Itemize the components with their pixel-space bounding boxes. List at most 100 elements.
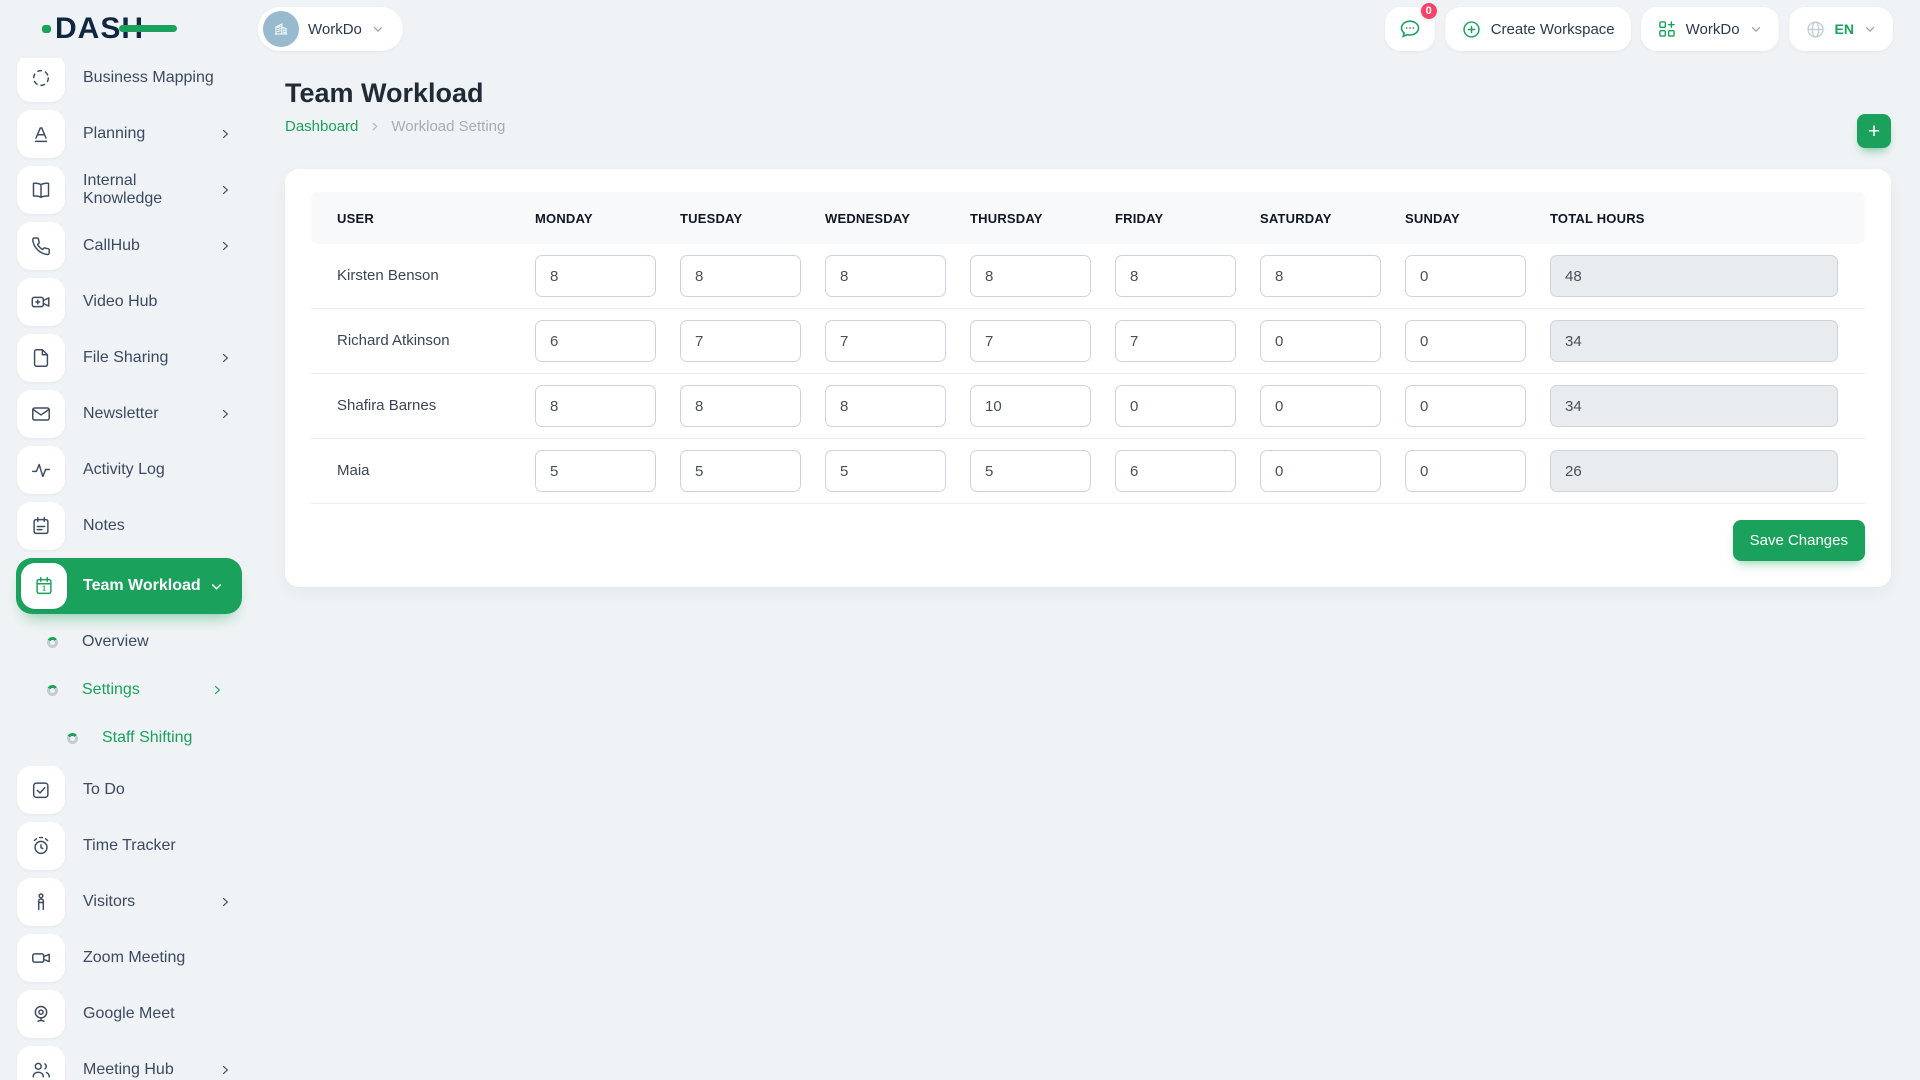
hours-input-friday[interactable]: [1115, 320, 1236, 362]
sidebar-item-activity-log[interactable]: Activity Log: [0, 442, 258, 498]
hours-input-tuesday[interactable]: [680, 255, 801, 297]
hours-input-saturday[interactable]: [1260, 255, 1381, 297]
sidebar-item-team-workload[interactable]: 1 Team Workload: [16, 558, 242, 614]
brand-logo[interactable]: DASH: [55, 14, 144, 44]
language-code: EN: [1835, 21, 1854, 37]
sidebar-subitem-overview[interactable]: Overview: [0, 618, 258, 666]
sidebar-item-notes[interactable]: Notes: [0, 498, 258, 554]
col-thursday: THURSDAY: [944, 192, 1089, 244]
video-plus-icon: [17, 278, 65, 326]
language-selector[interactable]: EN: [1789, 7, 1893, 51]
workdo-menu-button[interactable]: WorkDo: [1641, 7, 1779, 51]
chevron-right-icon: [218, 239, 232, 253]
sidebar-subitem-settings[interactable]: Settings: [0, 666, 258, 714]
sidebar-item-planning[interactable]: Planning: [0, 106, 258, 162]
col-saturday: SATURDAY: [1234, 192, 1379, 244]
hours-input-wednesday[interactable]: [825, 320, 946, 362]
person-icon: [17, 878, 65, 926]
hours-input-monday[interactable]: [535, 385, 656, 427]
hours-input-thursday[interactable]: [970, 450, 1091, 492]
table-row: Shafira Barnes: [311, 374, 1865, 439]
chevron-down-icon: [209, 579, 224, 594]
hours-input-tuesday[interactable]: [680, 385, 801, 427]
messages-button[interactable]: 0: [1385, 7, 1435, 51]
sidebar-item-file-sharing[interactable]: File Sharing: [0, 330, 258, 386]
svg-text:1: 1: [42, 586, 46, 593]
sidebar-item-meeting-hub[interactable]: Meeting Hub: [0, 1042, 258, 1080]
workspace-avatar: [263, 11, 299, 47]
app-root: DASH WorkDo 0: [0, 0, 1920, 1080]
hours-input-thursday[interactable]: [970, 320, 1091, 362]
create-workspace-button[interactable]: Create Workspace: [1445, 7, 1631, 51]
hours-input-wednesday[interactable]: [825, 385, 946, 427]
col-user: USER: [311, 192, 509, 244]
sidebar-item-callhub[interactable]: CallHub: [0, 218, 258, 274]
sidebar-item-visitors[interactable]: Visitors: [0, 874, 258, 930]
add-button[interactable]: +: [1857, 114, 1891, 148]
hours-input-sunday[interactable]: [1405, 385, 1526, 427]
messages-count-badge: 0: [1419, 1, 1439, 21]
sidebar-nav: Business Mapping Planning Internal Knowl…: [0, 58, 258, 1080]
page-title: Team Workload: [285, 78, 1891, 109]
user-name: Maia: [337, 462, 370, 479]
hours-input-sunday[interactable]: [1405, 255, 1526, 297]
ring-icon: [67, 733, 78, 744]
sidebar-subitem-staff-shifting[interactable]: Staff Shifting: [0, 714, 258, 762]
breadcrumb-dashboard-link[interactable]: Dashboard: [285, 118, 358, 135]
sidebar-item-internal-knowledge[interactable]: Internal Knowledge: [0, 162, 258, 218]
hours-input-thursday[interactable]: [970, 385, 1091, 427]
chevron-down-icon: [371, 22, 385, 36]
sidebar-item-video-hub[interactable]: Video Hub: [0, 274, 258, 330]
header-actions: 0 Create Workspace WorkDo: [1385, 7, 1893, 51]
hours-input-friday[interactable]: [1115, 450, 1236, 492]
sidebar-item-time-tracker[interactable]: Time Tracker: [0, 818, 258, 874]
ring-icon: [47, 637, 58, 648]
workload-table: USER MONDAY TUESDAY WEDNESDAY THURSDAY F…: [311, 192, 1865, 504]
sidebar-item-zoom-meeting[interactable]: Zoom Meeting: [0, 930, 258, 986]
hours-input-monday[interactable]: [535, 450, 656, 492]
hours-input-saturday[interactable]: [1260, 450, 1381, 492]
total-hours-input: [1550, 450, 1838, 492]
file-icon: [17, 334, 65, 382]
hours-input-monday[interactable]: [535, 255, 656, 297]
chevron-right-icon: [218, 127, 232, 141]
grid-plus-icon: [1657, 19, 1677, 39]
save-changes-button[interactable]: Save Changes: [1733, 520, 1865, 561]
sidebar-item-newsletter[interactable]: Newsletter: [0, 386, 258, 442]
workspace-selector[interactable]: WorkDo: [258, 7, 403, 51]
hours-input-tuesday[interactable]: [680, 450, 801, 492]
col-friday: FRIDAY: [1089, 192, 1234, 244]
mail-icon: [17, 390, 65, 438]
phone-icon: [17, 222, 65, 270]
breadcrumb: Dashboard Workload Setting: [285, 118, 1891, 135]
hours-input-thursday[interactable]: [970, 255, 1091, 297]
ring-icon: [47, 685, 58, 696]
logo-underline: [119, 25, 177, 32]
hours-input-friday[interactable]: [1115, 385, 1236, 427]
workspace-name: WorkDo: [308, 21, 362, 38]
checkbox-icon: [17, 766, 65, 814]
hours-input-monday[interactable]: [535, 320, 656, 362]
hours-input-sunday[interactable]: [1405, 320, 1526, 362]
globe-icon: [1805, 19, 1826, 40]
hours-input-wednesday[interactable]: [825, 450, 946, 492]
hours-input-friday[interactable]: [1115, 255, 1236, 297]
sidebar-item-to-do[interactable]: To Do: [0, 762, 258, 818]
chat-icon: [1398, 17, 1422, 41]
chevron-right-icon: [218, 895, 232, 909]
user-name: Shafira Barnes: [337, 397, 436, 414]
breadcrumb-current: Workload Setting: [391, 118, 505, 135]
hours-input-sunday[interactable]: [1405, 450, 1526, 492]
hours-input-tuesday[interactable]: [680, 320, 801, 362]
activity-icon: [17, 446, 65, 494]
hours-input-wednesday[interactable]: [825, 255, 946, 297]
sidebar-item-business-mapping[interactable]: Business Mapping: [0, 58, 258, 106]
spellcheck-icon: [17, 110, 65, 158]
loader-icon: [17, 58, 65, 102]
hours-input-saturday[interactable]: [1260, 385, 1381, 427]
table-header-row: USER MONDAY TUESDAY WEDNESDAY THURSDAY F…: [311, 192, 1865, 244]
col-monday: MONDAY: [509, 192, 654, 244]
sidebar-item-google-meet[interactable]: Google Meet: [0, 986, 258, 1042]
hours-input-saturday[interactable]: [1260, 320, 1381, 362]
col-total-hours: TOTAL HOURS: [1524, 192, 1865, 244]
